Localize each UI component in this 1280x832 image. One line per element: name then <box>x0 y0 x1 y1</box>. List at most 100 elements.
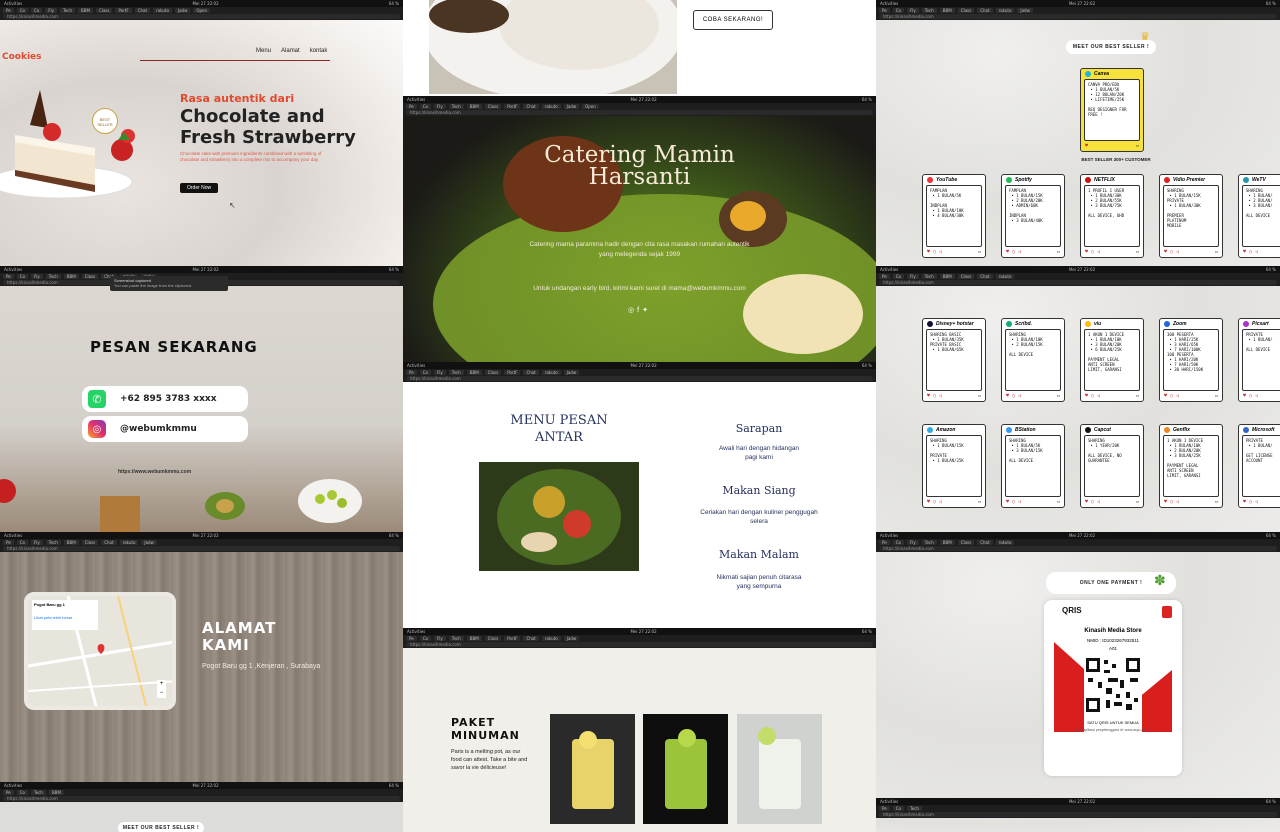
drinks-description: Paris is a melting pot, as our food can … <box>451 749 528 771</box>
brand-icon <box>1243 321 1249 327</box>
nav-menu[interactable]: Menu <box>256 48 271 54</box>
like-icon[interactable]: ♥ ◯ ◁ <box>1085 499 1100 505</box>
whatsapp-contact[interactable]: ✆ +62 895 3783 xxxx <box>82 386 248 412</box>
like-icon[interactable]: ♥ ◯ ◁ <box>1006 249 1021 255</box>
zoom-controls[interactable]: + − <box>157 680 166 698</box>
payment-page: Activities Mei 27 22:02 64 % Pe Co Fly Tech BB… <box>876 532 1280 798</box>
card-amazon[interactable]: Amazon SHARING • 1 BULAN/15K PRIVATE • 1 … <box>922 424 986 508</box>
card-canva[interactable]: Canva CANVA PRO/EDU • 1 BULAN/5K • 12 BU… <box>1080 68 1144 152</box>
qris-card[interactable]: QRIS Kinasih Media Store NMID : ID102326… <box>1044 600 1182 776</box>
bookmark-icon[interactable]: ▭ <box>1057 249 1060 255</box>
card-disney-hotstar[interactable]: Disney+ hotstar SHARING BASIC • 1 BULAN/3… <box>922 318 986 402</box>
hero-description: Chocolate cake with premium ingredients … <box>180 151 322 162</box>
activities-label[interactable]: Activities <box>4 1 22 6</box>
card-spotify[interactable]: Spotify FAMPLAN • 1 BULAN/15K • 2 BULAN/2… <box>1001 174 1065 258</box>
like-icon[interactable]: ♥ ◯ ◁ <box>927 249 942 255</box>
like-icon[interactable]: ♥ ◯ ◁ <box>927 499 942 505</box>
nav-kontak[interactable]: kontak <box>310 48 328 54</box>
menu-item-2-title: Makan Siang <box>722 484 796 497</box>
next-page-preview: Activities Mei 27 22:02 64 % Pe Co Tech http… <box>876 798 1280 832</box>
bookmark-icon[interactable]: ▭ <box>978 499 981 505</box>
card-zoom[interactable]: Zoom 300 PESERTA • 1 HARI/25K • 3 HARI/65… <box>1159 318 1223 402</box>
nmid: NMID : ID1023267932511 <box>1087 638 1139 643</box>
bookmark-icon[interactable]: ▭ <box>978 393 981 399</box>
like-icon[interactable]: ♥ ◯ ◁ <box>927 393 942 399</box>
bookmark-icon[interactable]: ▭ <box>1057 499 1060 505</box>
address-bar[interactable]: https://kinasihmedia.com <box>879 280 1277 285</box>
like-icon[interactable]: ♥ ◯ ◁ <box>1164 249 1179 255</box>
card-vidio-premier[interactable]: Vidio Premier SHARING • 1 BULAN/15K PRIVA… <box>1159 174 1223 258</box>
address-bar[interactable]: https://kinasihmedia.com <box>406 642 873 647</box>
address-title: ALAMAT KAMI <box>202 619 277 654</box>
like-icon[interactable]: ♥ ◯ ◁ <box>1006 499 1021 505</box>
address-bar[interactable]: https://kinasihmedia.com <box>879 14 1277 19</box>
brand-icon <box>1006 177 1012 183</box>
bookmark-icon[interactable]: ▭ <box>1136 499 1139 505</box>
like-icon[interactable]: ♥ ◯ ◁ <box>1164 393 1179 399</box>
cake-page: Activities Mei 27 22:02 64 % Pe Co Co Fly Tech… <box>0 0 403 266</box>
browser-chrome: Activities Mei 27 22:02 64 % Pe Co Fly Tech BB… <box>876 0 1280 20</box>
bookmark-icon[interactable]: ▭ <box>1215 393 1218 399</box>
address-bar[interactable]: https://kinasihmedia.com <box>3 546 400 551</box>
order-now-button[interactable]: Order Now <box>180 183 219 193</box>
menu-food-image <box>479 462 639 571</box>
twitter-icon[interactable]: ✦ <box>642 307 651 314</box>
brand-icon <box>1085 177 1091 183</box>
address-bar[interactable]: https://kinasihmedia.com <box>406 376 873 381</box>
crown-icon: ♛ <box>1140 31 1150 43</box>
brand-icon <box>927 177 933 183</box>
address-bar[interactable]: https://kinasihmedia.com <box>3 14 400 19</box>
brand-logo[interactable]: Cookies <box>2 52 42 62</box>
bookmark-icon[interactable]: ▭ <box>1136 393 1139 399</box>
brand-icon <box>1243 427 1249 433</box>
food-ingredients-image <box>0 479 362 532</box>
card-wetv[interactable]: WeTV SHARING • 1 BULAN/ • 2 BULAN/ • 3 BU… <box>1238 174 1280 258</box>
address-bar[interactable]: https://kinasihmedia.com <box>406 110 873 115</box>
brand-icon <box>1164 427 1170 433</box>
embedded-map[interactable]: Pogot Baru gg 1 Lihat peta lebih besar +… <box>24 592 176 710</box>
like-icon[interactable]: ♥ ◯ ◁ <box>1085 249 1100 255</box>
like-icon[interactable]: ♥ ◯ ◁ <box>1085 393 1100 399</box>
canva-icon <box>1085 71 1091 77</box>
like-icon[interactable]: ♥ ◯ ◁ <box>1243 249 1258 255</box>
menu-item-3-desc: Nikmati sajian penuh citarasa yang sempu… <box>716 574 802 590</box>
qris-note: Cek aplikasi penyelenggara di: www.aspi-… <box>1076 728 1150 732</box>
card-bstation[interactable]: BStation SHARING • 1 BULAN/5K • 3 BULAN/1… <box>1001 424 1065 508</box>
order-page: Activities Mei 27 22:02 64 % Pe Co Fly Tech BB… <box>0 266 403 532</box>
card-youtube[interactable]: YouTube FAMPLAN • 1 BULAN/5K INDPLAN • 1 … <box>922 174 986 258</box>
menu-item-2-desc: Ceriakan hari dengan kuliner penggugah s… <box>700 509 818 525</box>
bookmark-icon[interactable]: ▭ <box>1215 249 1218 255</box>
bookmark-icon[interactable]: ▭ <box>1136 249 1139 255</box>
bookmark-icon[interactable]: ▭ <box>1215 499 1218 505</box>
card-genflix[interactable]: Genflix 1 AKUN 1 DEVICE • 1 BULAN/10K • 2… <box>1159 424 1223 508</box>
clock: Mei 27 22:02 <box>192 1 219 6</box>
column-left: Activities Mei 27 22:02 64 % Pe Co Co Fly Tech… <box>0 0 403 832</box>
instagram-icon[interactable]: ◎ <box>628 307 637 314</box>
catering-page: Activities Mei 27 22:02 64 % Pe Co Fly Tech BB… <box>403 96 876 362</box>
like-icon[interactable]: ♥ <box>1085 143 1088 149</box>
tagline: Rasa autentik dari <box>180 92 295 105</box>
like-icon[interactable]: ♥ ◯ ◁ <box>1006 393 1021 399</box>
drink-image-2 <box>643 714 728 824</box>
bookmark-icon[interactable]: ▭ <box>1136 143 1139 149</box>
card-netflix[interactable]: NETFLIX 1 PROFIL 1 USER • 1 BULAN/30K • 2… <box>1080 174 1144 258</box>
like-icon[interactable]: ♥ ◯ ◁ <box>1164 499 1179 505</box>
like-icon[interactable]: ♥ ◯ ◁ <box>1243 499 1258 505</box>
like-icon[interactable]: ♥ ◯ ◁ <box>1243 393 1258 399</box>
brand-icon <box>1006 427 1012 433</box>
card-scribd-[interactable]: Scribd. SHARING • 1 BULAN/10K • 2 BULAN/1… <box>1001 318 1065 402</box>
map-larger-link[interactable]: Lihat peta lebih besar <box>34 615 96 620</box>
battery-status: 64 % <box>388 1 399 6</box>
card-picsart[interactable]: Picsart PRIVATE • 1 BULAN/ ALL DEVICE ♥ ◯ … <box>1238 318 1280 402</box>
card-viu[interactable]: viu 1 AKUN 1 DEVICE • 1 BULAN/10K • 3 BUL… <box>1080 318 1144 402</box>
try-now-button[interactable]: COBA SEKARANG! <box>693 10 773 30</box>
nav-alamat[interactable]: Alamat <box>281 48 300 54</box>
red-accent-left <box>1054 642 1084 732</box>
address-bar[interactable]: https://kinasihmedia.com <box>879 546 1277 551</box>
bookmark-icon[interactable]: ▭ <box>978 249 981 255</box>
browser-chrome: Activities Mei 27 22:02 64 % Pe Co Fly Tech BB… <box>876 532 1280 552</box>
instagram-contact[interactable]: ◎ @webumkmmu <box>82 416 248 442</box>
bookmark-icon[interactable]: ▭ <box>1057 393 1060 399</box>
card-capcut[interactable]: Capcut SHARING • 1 YEAR/20K ALL DEVICE, N… <box>1080 424 1144 508</box>
card-microsoft[interactable]: Microsoft PRIVATE • 1 BULAN/ GET LICENSE … <box>1238 424 1280 508</box>
